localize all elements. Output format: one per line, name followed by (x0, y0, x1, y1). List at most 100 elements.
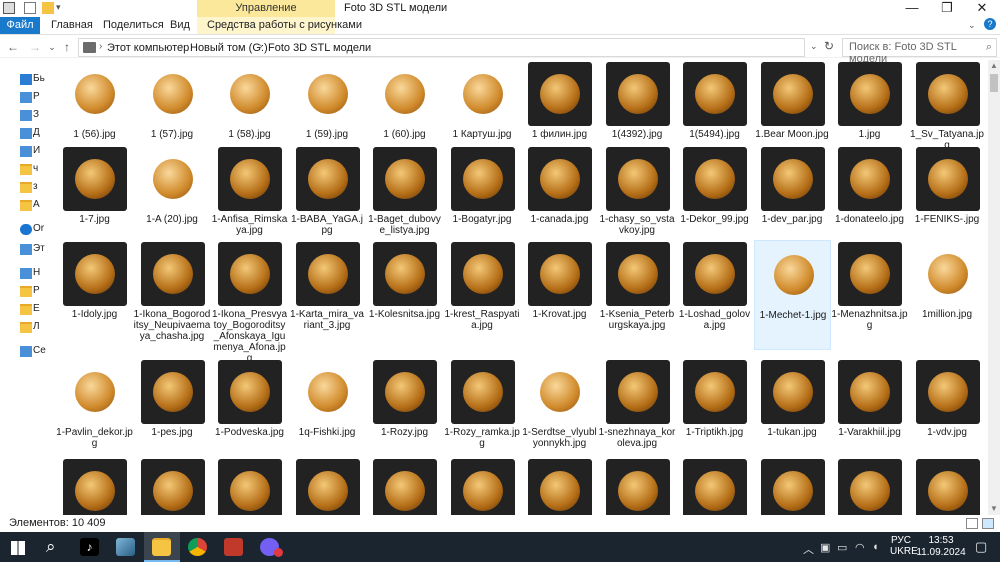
file-item[interactable]: 1-Rozy_ramka.jpg (444, 358, 521, 468)
file-item[interactable]: 1-Mechet-1.jpg (753, 240, 831, 350)
file-item[interactable] (134, 457, 211, 515)
file-item[interactable]: 1-pes.jpg (134, 358, 211, 468)
file-item[interactable] (521, 457, 598, 515)
file-item[interactable]: 1-chasy_so_vstavkoy.jpg (599, 145, 676, 255)
file-item[interactable]: 1-BABA_YaGA.jpg (289, 145, 366, 255)
file-item[interactable]: 1-Rozy.jpg (366, 358, 443, 468)
forward-button[interactable]: → (27, 39, 43, 55)
file-item[interactable]: 1q-Fishki.jpg (289, 358, 366, 468)
breadcrumb-folder[interactable]: Foto 3D STL модели (268, 41, 371, 55)
file-item[interactable]: 1-Ksenia_Peterburgskaya.jpg (599, 240, 676, 350)
scroll-down-icon[interactable]: ▼ (988, 503, 1000, 515)
file-item[interactable]: 1-Karta_mira_variant_3.jpg (289, 240, 366, 350)
new-folder-icon[interactable] (42, 2, 54, 14)
address-bar[interactable]: › Этот компьютер › Новый том (G:) › Foto… (78, 38, 805, 57)
breadcrumb-this-pc[interactable]: Этот компьютер (107, 41, 189, 55)
nav-item[interactable]: Л (0, 320, 44, 336)
language-indicator[interactable]: РУС UKRE (890, 535, 918, 557)
back-button[interactable]: ← (5, 39, 21, 55)
volume-icon[interactable]: ◖ (872, 541, 879, 553)
file-item[interactable] (366, 457, 443, 515)
tiktok-button[interactable]: ♪ (72, 532, 108, 562)
file-item[interactable] (211, 457, 288, 515)
nav-item[interactable]: А (0, 198, 44, 214)
file-item[interactable]: 1-Idoly.jpg (56, 240, 133, 350)
file-item[interactable]: 1-Krovat.jpg (521, 240, 598, 350)
file-item[interactable] (909, 457, 986, 515)
file-item[interactable]: 1-krest_Raspyatia.jpg (444, 240, 521, 350)
chevron-down-icon[interactable]: ▾ (56, 2, 68, 14)
file-item[interactable]: 1-Menazhnitsa.jpg (831, 240, 908, 350)
scroll-thumb[interactable] (990, 74, 998, 92)
nav-item[interactable]: ч (0, 162, 44, 178)
nav-item[interactable]: Е (0, 302, 44, 318)
file-item[interactable]: 1-canada.jpg (521, 145, 598, 255)
file-item[interactable]: 1-A (20).jpg (134, 145, 211, 255)
search-taskbar-button[interactable]: ⌕ (36, 532, 72, 562)
tab-home[interactable]: Главная (51, 17, 93, 34)
file-item[interactable] (599, 457, 676, 515)
nav-item[interactable]: Бь (0, 72, 45, 88)
file-item[interactable]: 1-dev_par.jpg (754, 145, 831, 255)
file-item[interactable]: 1-snezhnaya_koroleva.jpg (599, 358, 676, 468)
file-item[interactable]: 1-Ikona_Presvyatoy_Bogoroditsy_Afonskaya… (211, 240, 288, 364)
file-item[interactable]: 1-Pavlin_dekor.jpg (56, 358, 133, 468)
file-item[interactable] (56, 457, 133, 515)
recent-locations-icon[interactable]: ⌄ (44, 39, 60, 55)
search-box[interactable]: Поиск в: Foto 3D STL модели ⌕ (842, 38, 997, 65)
nav-item[interactable]: з (0, 180, 44, 196)
breadcrumb-drive[interactable]: Новый том (G:) (190, 41, 268, 55)
camera-icon[interactable]: ▣ (820, 541, 830, 554)
expand-ribbon-icon[interactable]: ⌄ (968, 20, 976, 31)
file-item[interactable]: 1-Anfisa_Rimskaya.jpg (211, 145, 288, 255)
file-item[interactable]: 1-Varakhiil.jpg (831, 358, 908, 468)
nav-item[interactable]: Д (0, 126, 44, 142)
nav-item[interactable]: Эт (0, 242, 45, 258)
tab-view[interactable]: Вид (170, 17, 190, 34)
refresh-icon[interactable]: ↻ (824, 39, 834, 53)
file-item[interactable]: 1-Triptikh.jpg (676, 358, 753, 468)
file-item[interactable] (676, 457, 753, 515)
file-item[interactable]: 1-Dekor_99.jpg (676, 145, 753, 255)
tab-share[interactable]: Поделиться (103, 17, 164, 34)
app-button[interactable] (108, 532, 144, 562)
file-item[interactable] (831, 457, 908, 515)
wifi-icon[interactable]: ◠ (855, 541, 865, 554)
file-item[interactable]: 1-Kolesnitsa.jpg (366, 240, 443, 350)
file-item[interactable]: 1-Serdtse_vlyublyonnykh.jpg (521, 358, 598, 468)
chrome-button[interactable] (180, 532, 216, 562)
tab-file[interactable]: Файл (0, 17, 40, 34)
up-button[interactable]: ↑ (59, 39, 75, 55)
file-item[interactable] (444, 457, 521, 515)
scroll-up-icon[interactable]: ▲ (988, 60, 1000, 72)
file-item[interactable] (289, 457, 366, 515)
file-item[interactable]: 1-7.jpg (56, 145, 133, 255)
file-item[interactable]: 1-Ikona_Bogoroditsy_Neupivaemaya_chasha.… (134, 240, 211, 350)
chevron-up-icon[interactable]: ︿ (803, 541, 814, 557)
file-item[interactable] (754, 457, 831, 515)
file-explorer-button[interactable] (144, 532, 180, 562)
viber-button[interactable] (252, 532, 288, 562)
file-item[interactable]: 1million.jpg (909, 240, 986, 350)
chevron-down-icon[interactable]: ⌄ (810, 41, 818, 52)
nav-item[interactable]: Or (0, 222, 44, 238)
details-view-icon[interactable] (966, 518, 978, 529)
help-icon[interactable]: ? (984, 18, 996, 30)
notifications-icon[interactable]: ▢ (975, 539, 987, 555)
nav-item[interactable]: Се (0, 344, 46, 360)
large-icons-view-icon[interactable] (982, 518, 994, 529)
properties-icon[interactable] (24, 2, 36, 14)
maximize-button[interactable]: ❐ (931, 0, 963, 17)
file-item[interactable]: 1-FENIKS-.jpg (909, 145, 986, 255)
nav-item[interactable]: Н (0, 266, 44, 282)
file-item[interactable]: 1-vdv.jpg (909, 358, 986, 468)
nav-item[interactable]: И (0, 144, 44, 160)
file-item[interactable]: 1-Loshad_golova.jpg (676, 240, 753, 350)
nav-item[interactable]: З (0, 108, 44, 124)
minimize-button[interactable]: — (896, 0, 928, 17)
file-item[interactable]: 1-donateelo.jpg (831, 145, 908, 255)
file-item[interactable]: 1-tukan.jpg (754, 358, 831, 468)
battery-icon[interactable]: ▭ (837, 541, 847, 554)
app-button[interactable] (216, 532, 252, 562)
file-item[interactable]: 1-Bogatyr.jpg (444, 145, 521, 255)
